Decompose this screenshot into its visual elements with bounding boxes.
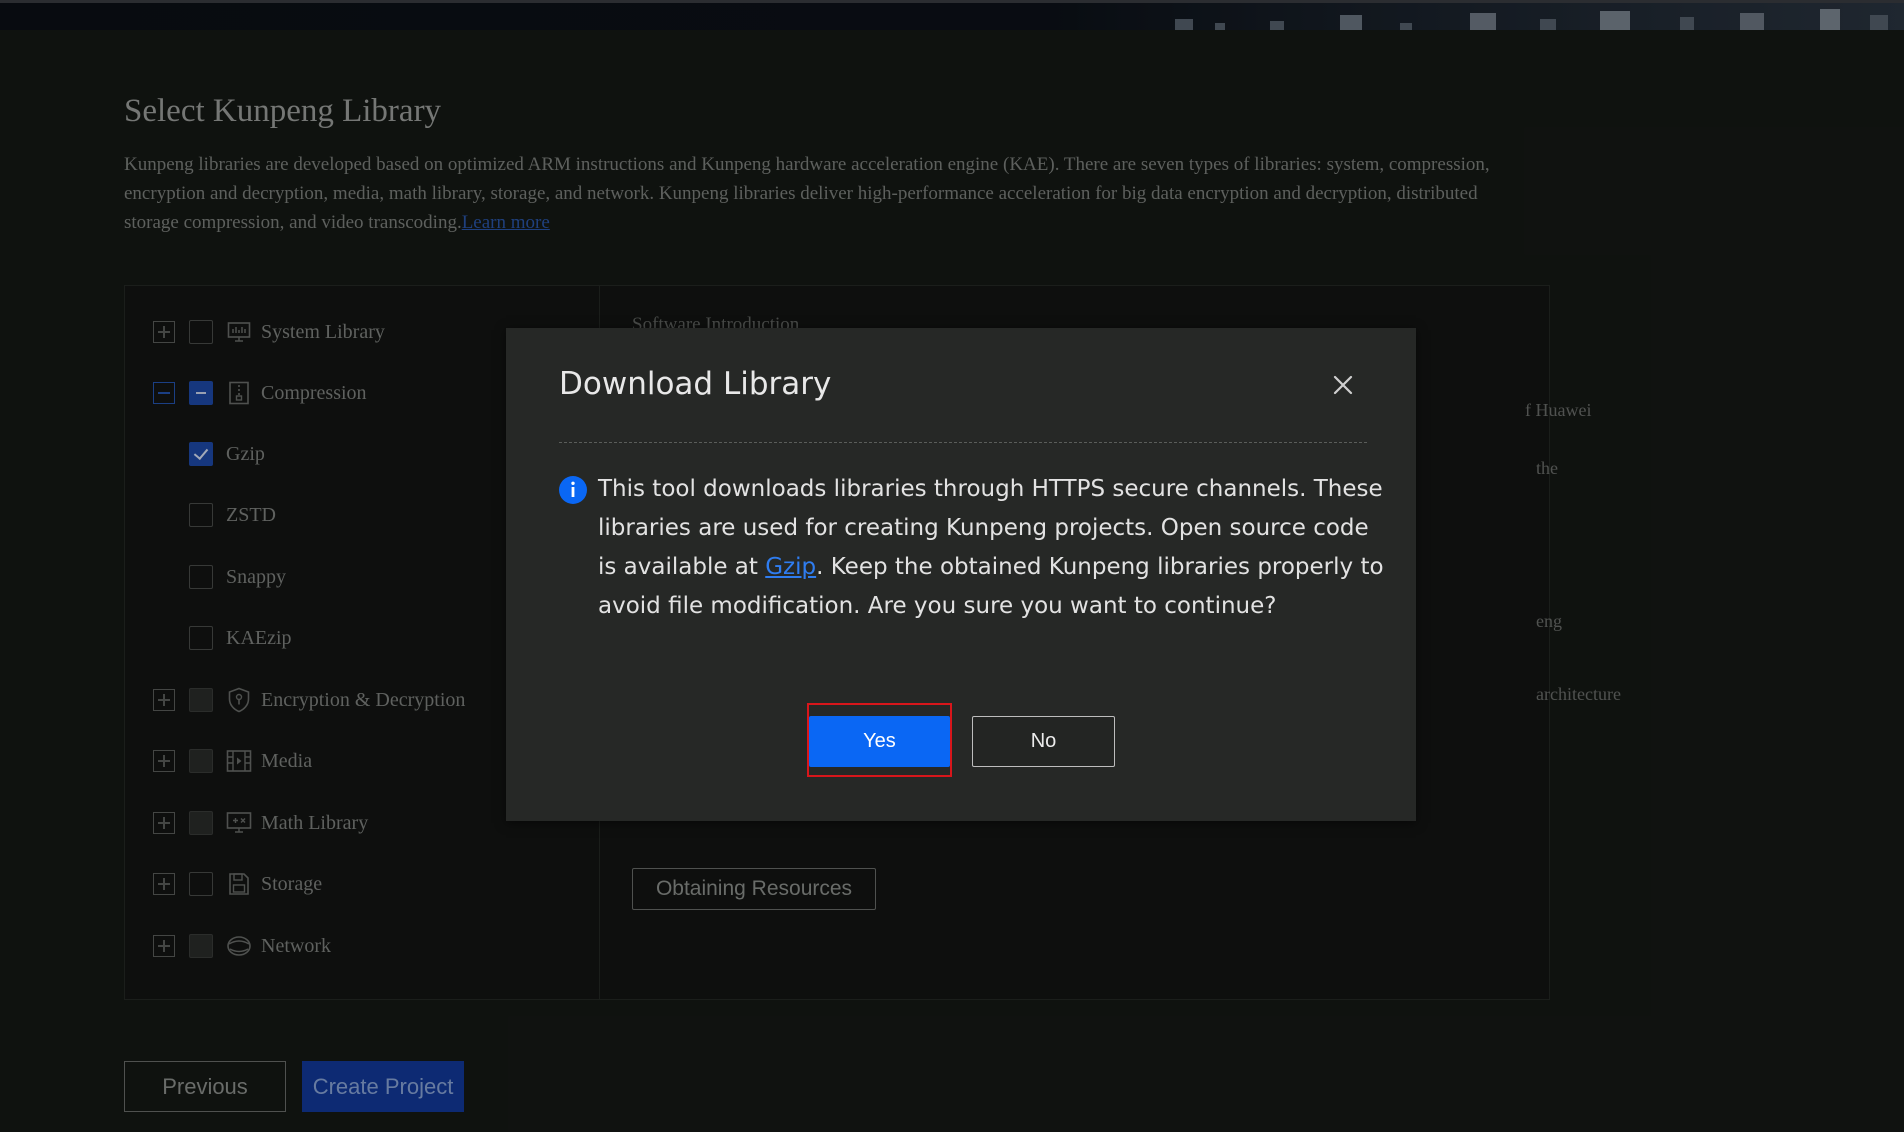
dialog-title: Download Library xyxy=(559,366,832,402)
yes-button[interactable]: Yes xyxy=(809,716,950,767)
download-library-dialog: Download Library This tool downloads lib… xyxy=(506,328,1416,821)
info-icon xyxy=(559,476,587,504)
close-icon[interactable] xyxy=(1326,368,1360,402)
gzip-link[interactable]: Gzip xyxy=(765,554,816,580)
dialog-divider xyxy=(559,442,1367,443)
dialog-message: This tool downloads libraries through HT… xyxy=(598,470,1388,626)
no-button[interactable]: No xyxy=(972,716,1115,767)
